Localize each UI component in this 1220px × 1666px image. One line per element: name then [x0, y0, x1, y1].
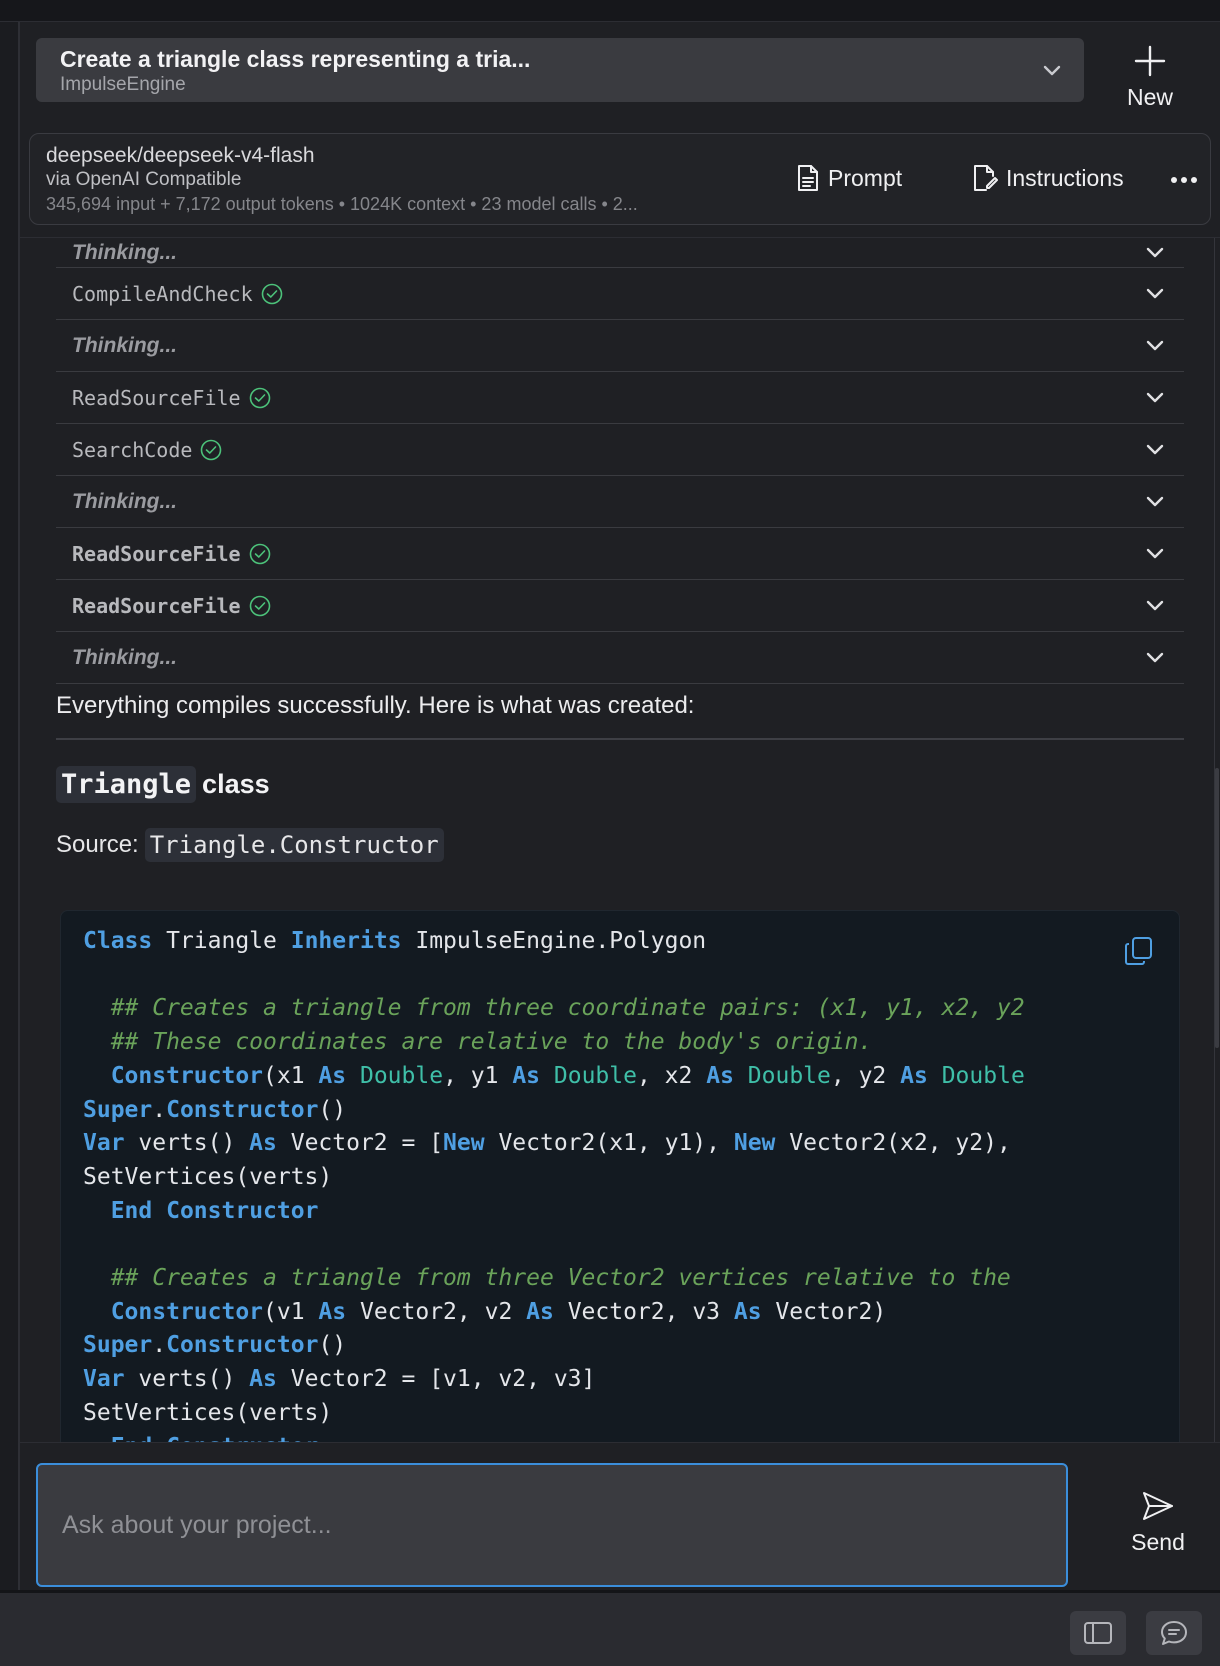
step-label: Thinking...: [72, 333, 177, 357]
window-top-bar: [0, 0, 1220, 22]
step-tool-read-source[interactable]: ReadSourceFile: [56, 580, 1184, 632]
tool-step-list: Thinking... CompileAndCheck Thinking... …: [56, 238, 1184, 684]
more-options-button[interactable]: [1168, 162, 1200, 198]
heading-inline-code: Triangle: [56, 766, 197, 803]
check-circle-icon: [201, 439, 222, 460]
send-icon: [1143, 1492, 1173, 1520]
chat-input-area: Send: [20, 1442, 1220, 1590]
send-label: Send: [1131, 1529, 1185, 1555]
heading-text: class: [202, 769, 270, 799]
bottom-status-bar: [0, 1590, 1220, 1666]
step-thinking[interactable]: Thinking...: [56, 476, 1184, 528]
step-tool-compile[interactable]: CompileAndCheck: [56, 268, 1184, 320]
document-icon: [798, 165, 818, 191]
conversation-scroll-area[interactable]: Thinking... CompileAndCheck Thinking... …: [20, 237, 1220, 1442]
sidebar-toggle-icon: [1084, 1622, 1112, 1644]
check-circle-icon: [249, 595, 270, 616]
step-thinking[interactable]: Thinking...: [56, 320, 1184, 372]
source-label: Source:: [56, 831, 139, 858]
section-heading: Triangle class: [56, 766, 270, 803]
step-thinking[interactable]: Thinking...: [56, 238, 1184, 268]
copy-icon[interactable]: [1123, 935, 1155, 967]
project-name: ImpulseEngine: [60, 74, 186, 95]
scrollbar-track[interactable]: [1214, 238, 1220, 1442]
step-tool-read-source[interactable]: ReadSourceFile: [56, 528, 1184, 580]
check-circle-icon: [249, 387, 270, 408]
chat-bubble-icon: [1161, 1621, 1187, 1645]
chevron-down-icon: [1043, 65, 1061, 76]
source-line: Source: Triangle.Constructor: [56, 828, 444, 862]
chat-toggle-button[interactable]: [1146, 1611, 1202, 1655]
left-rail: [0, 22, 20, 1590]
chevron-down-icon: [1146, 288, 1164, 298]
step-tool-read-source[interactable]: ReadSourceFile: [56, 372, 1184, 424]
chevron-down-icon: [1146, 247, 1164, 257]
prompt-label: Prompt: [828, 164, 903, 191]
step-label: ReadSourceFile: [72, 385, 241, 410]
instructions-label: Instructions: [1006, 164, 1124, 191]
step-tool-search-code[interactable]: SearchCode: [56, 424, 1184, 476]
step-label: CompileAndCheck: [72, 281, 253, 306]
edit-document-icon: [974, 165, 998, 191]
step-label: Thinking...: [72, 240, 177, 264]
chevron-down-icon: [1146, 444, 1164, 454]
model-provider: via OpenAI Compatible: [46, 169, 242, 190]
check-circle-icon: [261, 283, 282, 304]
send-button[interactable]: Send: [1110, 1491, 1206, 1571]
conversation-title: Create a triangle class representing a t…: [60, 46, 531, 72]
chevron-down-icon: [1146, 600, 1164, 610]
token-stats: 345,694 input + 7,172 output tokens • 10…: [46, 194, 638, 214]
source-inline-code: Triangle.Constructor: [144, 828, 444, 862]
toggle-sidebar-button[interactable]: [1070, 1611, 1126, 1655]
step-label: ReadSourceFile: [72, 593, 241, 618]
chevron-down-icon: [1146, 652, 1164, 662]
assistant-panel: Create a triangle class representing a t…: [20, 22, 1220, 1590]
chat-input[interactable]: [36, 1463, 1068, 1587]
step-label: Thinking...: [72, 489, 177, 513]
step-label: ReadSourceFile: [72, 541, 241, 566]
chevron-down-icon: [1146, 340, 1164, 350]
step-label: Thinking...: [72, 645, 177, 669]
new-conversation-button[interactable]: New: [1100, 38, 1200, 110]
code-block[interactable]: Class Triangle Inherits ImpulseEngine.Po…: [60, 910, 1180, 1442]
chevron-down-icon: [1146, 392, 1164, 402]
scrollbar-thumb[interactable]: [1215, 768, 1219, 1048]
step-thinking[interactable]: Thinking...: [56, 632, 1184, 684]
code-content: Class Triangle Inherits ImpulseEngine.Po…: [83, 928, 1025, 1442]
prompt-button[interactable]: Prompt: [796, 160, 902, 196]
instructions-button[interactable]: Instructions: [972, 160, 1124, 196]
chevron-down-icon: [1146, 496, 1164, 506]
model-info-card: deepseek/deepseek-v4-flash via OpenAI Co…: [29, 133, 1211, 225]
step-label: SearchCode: [72, 437, 193, 462]
conversation-selector[interactable]: Create a triangle class representing a t…: [36, 38, 1084, 102]
response-summary: Everything compiles successfully. Here i…: [56, 692, 695, 719]
model-name: deepseek/deepseek-v4-flash: [46, 144, 315, 167]
check-circle-icon: [249, 543, 270, 564]
plus-icon: [1134, 45, 1166, 77]
divider: [56, 738, 1184, 740]
more-dots-icon: [1171, 177, 1197, 183]
chevron-down-icon: [1146, 548, 1164, 558]
new-label: New: [1126, 84, 1173, 110]
